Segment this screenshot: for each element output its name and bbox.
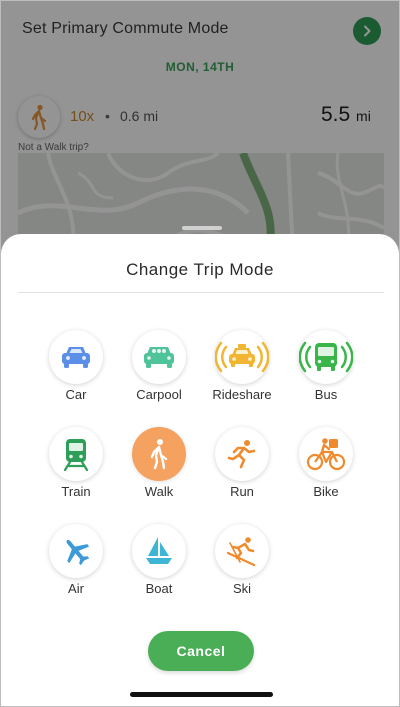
airplane-icon <box>66 539 90 566</box>
mode-bus-circle[interactable] <box>299 330 353 384</box>
mode-label: Ski <box>232 581 252 596</box>
mode-ski[interactable]: Ski <box>202 524 282 604</box>
mode-car[interactable]: Car <box>36 330 116 410</box>
sheet-title: Change Trip Mode <box>126 260 274 279</box>
mode-label: Carpool <box>136 387 182 402</box>
mode-train[interactable]: Train <box>36 427 116 507</box>
change-trip-mode-sheet: Change Trip Mode Car Carpool Rideshare B… <box>1 226 399 706</box>
mode-boat-circle[interactable] <box>132 524 186 578</box>
car-icon <box>62 347 90 368</box>
mode-bike-circle[interactable] <box>299 427 353 481</box>
run-icon <box>227 440 256 469</box>
mode-label: Rideshare <box>212 387 272 402</box>
walk-icon <box>150 439 168 470</box>
mode-bike[interactable]: Bike <box>286 427 366 507</box>
mode-label: Car <box>65 387 87 402</box>
mode-car-circle[interactable] <box>49 330 103 384</box>
ski-icon <box>226 537 256 567</box>
mode-label: Air <box>68 581 84 596</box>
mode-walk[interactable]: Walk <box>119 427 199 507</box>
mode-carpool[interactable]: Carpool <box>119 330 199 410</box>
mode-label: Boat <box>145 581 173 596</box>
mode-bus[interactable]: Bus <box>286 330 366 410</box>
boat-icon <box>146 537 172 564</box>
mode-label: Train <box>61 484 91 499</box>
rideshare-icon <box>215 341 269 373</box>
cancel-button[interactable]: Cancel <box>148 631 254 671</box>
mode-rideshare[interactable]: Rideshare <box>202 330 282 410</box>
mode-label: Walk <box>144 484 174 499</box>
mode-air-circle[interactable] <box>49 524 103 578</box>
mode-ski-circle[interactable] <box>215 524 269 578</box>
mode-label: Run <box>230 484 254 499</box>
train-icon <box>63 439 89 471</box>
mode-boat[interactable]: Boat <box>119 524 199 604</box>
sheet-grabber[interactable] <box>182 226 222 230</box>
mode-label: Bus <box>314 387 338 402</box>
mode-carpool-circle[interactable] <box>132 330 186 384</box>
mode-walk-circle[interactable] <box>132 427 186 481</box>
carpool-icon <box>144 347 174 368</box>
mode-label: Bike <box>313 484 339 499</box>
home-indicator <box>130 692 273 697</box>
mode-run[interactable]: Run <box>202 427 282 507</box>
bike-icon <box>306 438 346 471</box>
bus-icon <box>299 341 353 373</box>
mode-air[interactable]: Air <box>36 524 116 604</box>
mode-rideshare-circle[interactable] <box>215 330 269 384</box>
mode-run-circle[interactable] <box>215 427 269 481</box>
mode-train-circle[interactable] <box>49 427 103 481</box>
divider <box>18 292 384 293</box>
